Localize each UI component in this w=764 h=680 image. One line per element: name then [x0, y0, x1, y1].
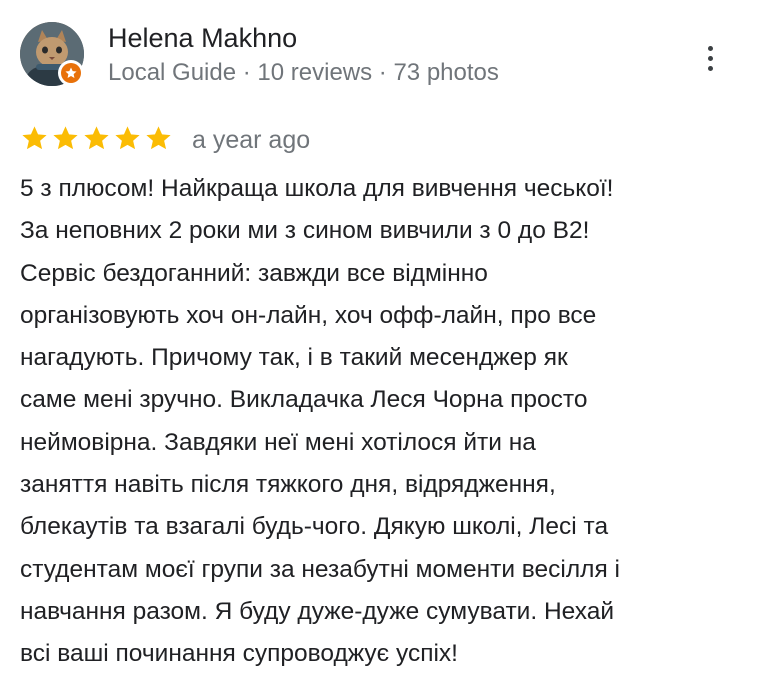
review-text-line: саме мені зручно. Викладачка Леся Чорна … [20, 386, 588, 414]
review-text-line: організовують хоч он-лайн, хоч офф-лайн,… [20, 301, 597, 329]
review-card: Helena Makhno Local Guide · 10 reviews ·… [0, 0, 764, 680]
review-text-line: блекаутів та взагалі будь-чого. Дякую шк… [20, 513, 609, 541]
reviewer-name[interactable]: Helena Makhno [108, 20, 297, 56]
rating-stars [20, 124, 173, 153]
more-options-button[interactable] [690, 38, 730, 78]
more-vert-icon [707, 45, 713, 71]
review-text: 5 з плюсом! Найкраща школа для вивчення … [20, 168, 750, 676]
review-text-line: Сервіс бездоганний: завжди все відмінно [20, 259, 488, 287]
star-icon [53, 126, 78, 150]
star-icon [115, 126, 140, 150]
review-text-line: 5 з плюсом! Найкраща школа для вивчення … [20, 175, 614, 202]
review-text-line: студентам моєї групи за незабутні момент… [20, 555, 620, 583]
review-text-line: нагадують. Причому так, і в такий месенд… [20, 344, 568, 372]
review-text-line: За неповних 2 роки ми з сином вивчили з … [20, 217, 590, 245]
star-icon [84, 126, 109, 150]
review-text-line: навчання разом. Я буду дуже-дуже сумуват… [20, 597, 615, 625]
review-text-line: заняття навіть після тяжкого дня, відряд… [20, 471, 556, 499]
review-text-line: неймовірна. Завдяки неї мені хотілося йт… [20, 428, 536, 456]
star-icon [22, 126, 47, 150]
review-text-line: всі ваші починання супроводжує успіх! [20, 640, 458, 668]
reviewer-meta: Local Guide · 10 reviews · 73 photos [108, 59, 499, 86]
local-guide-badge [58, 60, 84, 86]
star-badge-icon [65, 67, 77, 78]
review-time: a year ago [192, 126, 311, 154]
star-icon [146, 126, 171, 150]
